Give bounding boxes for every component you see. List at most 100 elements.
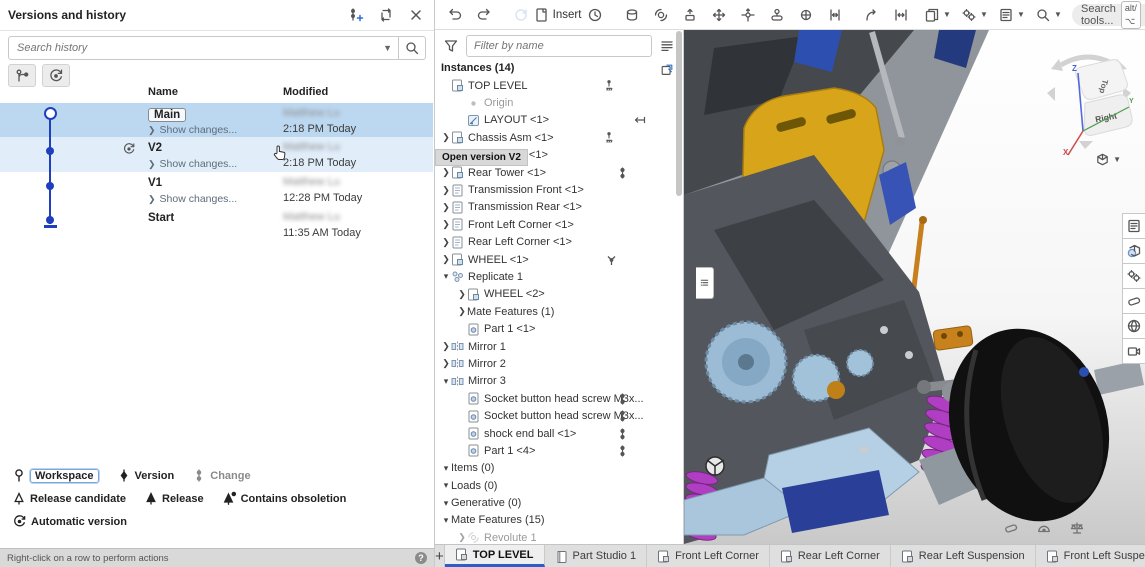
redo-button[interactable] [470, 3, 497, 27]
chevron-right-icon[interactable]: ❯ [441, 254, 451, 265]
tree-item-top-level[interactable]: TOP LEVEL [435, 77, 683, 94]
search-icon[interactable] [399, 40, 425, 56]
chevron-down-icon[interactable]: ▾ [441, 463, 451, 474]
show-changes-link[interactable]: ❯Show changes... [148, 124, 237, 136]
chevron-right-icon[interactable]: ❯ [457, 289, 467, 300]
slider-mate-button[interactable] [676, 3, 703, 27]
tab-top-level[interactable]: TOP LEVEL [445, 545, 545, 567]
chevron-down-icon[interactable]: ▾ [441, 376, 451, 387]
new-tab-button[interactable]: + [435, 545, 445, 567]
assembly-history-button[interactable] [581, 3, 608, 27]
chevron-right-icon[interactable]: ❯ [441, 358, 451, 369]
chevron-down-icon[interactable]: ▾ [441, 480, 451, 491]
help-icon[interactable]: ? [415, 552, 427, 564]
filter-auto-versions-button[interactable] [42, 64, 70, 87]
tree-item-generative-0[interactable]: ▾Generative (0) [435, 494, 683, 511]
tree-item-part-1-1[interactable]: Part 1 <1> [435, 320, 683, 337]
configuration-panel-button[interactable] [1122, 263, 1145, 289]
chevron-down-icon[interactable]: ▾ [441, 498, 451, 509]
parallel-mate-button[interactable] [821, 3, 848, 27]
mass-properties-button[interactable] [1067, 518, 1087, 538]
tree-item-mate-features-1[interactable]: ❯Mate Features (1) [435, 303, 683, 320]
create-version-icon[interactable] [346, 5, 366, 25]
chevron-right-icon[interactable]: ❯ [441, 219, 451, 230]
appearance-panel-button[interactable] [1122, 238, 1145, 264]
history-row-start[interactable]: StartMatthew Lu11:35 AM Today [0, 207, 433, 241]
filter-input[interactable] [466, 35, 652, 57]
tree-item-revolute-1[interactable]: ❯Revolute 1 [435, 529, 683, 544]
section-view-button[interactable] [1001, 518, 1021, 538]
ball-mate-button[interactable] [792, 3, 819, 27]
bom-dropdown[interactable]: ▼ [998, 3, 1025, 27]
tree-item-transmission-front-1[interactable]: ❯Transmission Front <1> [435, 181, 683, 198]
history-row-v1[interactable]: V1❯Show changes...Matthew Lu12:28 PM Tod… [0, 172, 433, 207]
viewport[interactable]: Top Right Z Y X ▼ [684, 30, 1145, 544]
show-changes-link[interactable]: ❯Show changes... [148, 193, 237, 205]
view-options-button[interactable]: ▼ [1095, 152, 1121, 167]
revolute-mate-button[interactable] [647, 3, 674, 27]
tree-scrollbar[interactable] [676, 31, 682, 196]
tab-rear-left-suspension[interactable]: Rear Left Suspension [891, 545, 1036, 567]
list-options-icon[interactable] [657, 36, 677, 56]
search-tools-button[interactable]: Search tools...alt/⌥c [1072, 4, 1145, 26]
configurations-dropdown[interactable]: ▼ [961, 3, 988, 27]
bom-panel-button[interactable] [1122, 213, 1145, 239]
chevron-right-icon[interactable]: ❯ [441, 167, 451, 178]
close-icon[interactable] [406, 5, 426, 25]
mate-button[interactable] [618, 3, 645, 27]
render-panel-button[interactable] [1122, 338, 1145, 364]
cylindrical-mate-button[interactable] [734, 3, 761, 27]
tree-item-front-left-corner-1[interactable]: ❯Front Left Corner <1> [435, 216, 683, 233]
history-row-v2[interactable]: V2❯Show changes...Matthew Lu2:18 PM Toda… [0, 137, 433, 172]
tree-item-origin[interactable]: Origin [435, 94, 683, 111]
tree-item-transmission-rear-1[interactable]: ❯Transmission Rear <1> [435, 199, 683, 216]
filter-workspaces-button[interactable] [8, 64, 36, 87]
tree-item-shock-end-ball-1[interactable]: shock end ball <1> [435, 425, 683, 442]
tab-rear-left-corner[interactable]: Rear Left Corner [770, 545, 891, 567]
tree-item-mate-features-15[interactable]: ▾Mate Features (15) [435, 512, 683, 529]
measure-button[interactable] [1034, 518, 1054, 538]
tangent-mate-button[interactable] [858, 3, 885, 27]
tree-item-socket-button-head-screw-m3x[interactable]: Socket button head screw M3x... [435, 390, 683, 407]
measure-dropdown[interactable]: ▼ [1035, 3, 1062, 27]
tree-item-items-0[interactable]: ▾Items (0) [435, 460, 683, 477]
chevron-right-icon[interactable]: ❯ [441, 202, 451, 213]
update-references-button[interactable] [507, 3, 534, 27]
undo-button[interactable] [441, 3, 468, 27]
tree-item-replicate-1[interactable]: ▾Replicate 1 [435, 268, 683, 285]
tree-item-mirror-3[interactable]: ▾Mirror 3 [435, 373, 683, 390]
planar-mate-button[interactable] [705, 3, 732, 27]
tab-front-left-corner[interactable]: Front Left Corner [647, 545, 770, 567]
tree-item-chassis-asm-1[interactable]: ❯Chassis Asm <1> [435, 129, 683, 146]
pin-slot-mate-button[interactable] [763, 3, 790, 27]
view-cube[interactable]: Top Right Z Y X [1043, 45, 1135, 157]
width-mate-button[interactable] [887, 3, 914, 27]
tree-item-rear-left-corner-1[interactable]: ❯Rear Left Corner <1> [435, 234, 683, 251]
feature-list-flyout-handle[interactable] [696, 267, 714, 299]
tree-item-layout-1[interactable]: LAYOUT <1> [435, 112, 683, 129]
named-views-dropdown[interactable]: ▼ [924, 3, 951, 27]
tab-part-studio-1[interactable]: Part Studio 1 [545, 545, 648, 567]
chevron-right-icon[interactable]: ❯ [441, 341, 451, 352]
chevron-down-icon[interactable]: ▾ [441, 271, 451, 282]
chevron-right-icon[interactable]: ❯ [457, 532, 467, 543]
section-panel-button[interactable] [1122, 288, 1145, 314]
history-row-main[interactable]: Main❯Show changes...Matthew Lu2:18 PM To… [0, 103, 433, 137]
material-panel-button[interactable] [1122, 313, 1145, 339]
insert-button[interactable]: Insert [544, 3, 571, 27]
history-search-input[interactable] [9, 42, 377, 54]
chevron-down-icon[interactable]: ▼ [377, 43, 398, 53]
tree-item-part-1-4[interactable]: Part 1 <4> [435, 442, 683, 459]
chevron-right-icon[interactable]: ❯ [441, 185, 451, 196]
chevron-right-icon[interactable]: ❯ [457, 306, 467, 317]
tree-item-wheel-1[interactable]: ❯WHEEL <1> [435, 251, 683, 268]
tree-item-loads-0[interactable]: ▾Loads (0) [435, 477, 683, 494]
chevron-right-icon[interactable]: ❯ [441, 237, 451, 248]
show-changes-link[interactable]: ❯Show changes... [148, 158, 237, 170]
tree-item-mirror-1[interactable]: ❯Mirror 1 [435, 338, 683, 355]
chevron-down-icon[interactable]: ▾ [441, 515, 451, 526]
tree-item-wheel-2[interactable]: ❯WHEEL <2> [435, 286, 683, 303]
compare-versions-icon[interactable] [376, 5, 396, 25]
tab-front-left-suspension[interactable]: Front Left Suspension [1036, 545, 1145, 567]
tree-item-socket-button-head-screw-m3x[interactable]: Socket button head screw M3x... [435, 407, 683, 424]
